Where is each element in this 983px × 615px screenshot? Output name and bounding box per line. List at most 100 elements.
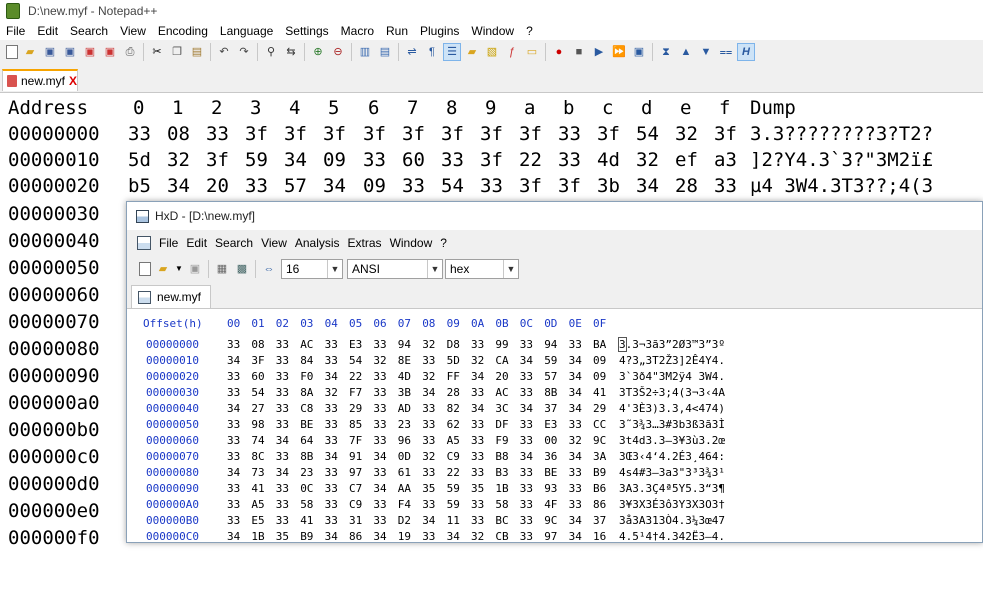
hex-byte[interactable]: 58 — [300, 497, 313, 512]
hex-byte[interactable]: 33 — [325, 417, 338, 432]
hex-byte[interactable]: 3f — [480, 147, 503, 173]
hex-byte[interactable]: 8E — [398, 353, 411, 368]
hex-byte[interactable]: 33 — [276, 337, 289, 352]
hex-byte[interactable]: 08 — [167, 121, 190, 147]
hex-byte[interactable]: 33 — [558, 121, 581, 147]
row-text[interactable]: 3å3A313Ò4.3¼3œ47 — [619, 513, 725, 528]
hex-byte[interactable]: 34 — [569, 385, 582, 400]
npp-menu-run[interactable]: Run — [380, 24, 414, 38]
hex-byte[interactable]: 33 — [441, 147, 464, 173]
hex-byte[interactable]: 33 — [520, 417, 533, 432]
hex-byte[interactable]: 33 — [471, 449, 484, 464]
hxd-menu-extras[interactable]: Extras — [344, 236, 386, 250]
hex-byte[interactable]: 34 — [284, 147, 307, 173]
hex-byte[interactable]: 28 — [675, 173, 698, 199]
hex-byte[interactable]: 3f — [519, 121, 542, 147]
hex-byte[interactable]: 34 — [569, 401, 582, 416]
hex-byte[interactable]: 33 — [520, 433, 533, 448]
hex-byte[interactable]: 86 — [349, 529, 362, 544]
npp-menu-file[interactable]: File — [0, 24, 31, 38]
hex-byte[interactable]: 34 — [569, 353, 582, 368]
row-text[interactable]: 3A3.3Ç4ª5Y5.3“3¶ — [619, 481, 725, 496]
hex-byte[interactable]: 3f — [402, 121, 425, 147]
hex-byte[interactable]: 96 — [398, 433, 411, 448]
hex-byte[interactable]: 60 — [402, 147, 425, 173]
hex-byte[interactable]: 33 — [520, 529, 533, 544]
hex-byte[interactable]: 29 — [593, 401, 606, 416]
npp-menu-view[interactable]: View — [114, 24, 152, 38]
hex-byte[interactable]: 33 — [206, 121, 229, 147]
hex-byte[interactable]: 22 — [349, 369, 362, 384]
hex-byte[interactable]: F9 — [495, 433, 508, 448]
hex-byte[interactable]: 33 — [520, 385, 533, 400]
open-file-icon[interactable]: ▰ — [155, 261, 171, 277]
hex-byte[interactable]: 33 — [325, 353, 338, 368]
hex-byte[interactable]: 33 — [520, 337, 533, 352]
macro-record-icon[interactable]: ● — [551, 44, 567, 60]
hex-byte[interactable]: 33 — [325, 401, 338, 416]
hex-byte[interactable]: 58 — [495, 497, 508, 512]
hex-byte[interactable]: 7F — [349, 433, 362, 448]
row-text[interactable]: 3`3ð4"3M2ÿ4 3W4. — [619, 369, 725, 384]
row-text[interactable]: 4s4#3—3a3"3³3¾3¹ — [619, 465, 725, 480]
hex-byte[interactable]: 57 — [284, 173, 307, 199]
hex-byte[interactable]: 34 — [276, 465, 289, 480]
hex-byte[interactable]: 32 — [167, 147, 190, 173]
hex-byte[interactable]: 98 — [251, 417, 264, 432]
function-list-icon[interactable]: ƒ — [504, 44, 520, 60]
hex-byte[interactable]: 61 — [398, 465, 411, 480]
hex-byte[interactable]: 33 — [373, 513, 386, 528]
hex-byte[interactable]: 09 — [593, 369, 606, 384]
hex-byte[interactable]: 27 — [251, 401, 264, 416]
new-file-icon[interactable] — [139, 262, 151, 276]
npp-menu-edit[interactable]: Edit — [31, 24, 64, 38]
disk-editor-icon[interactable]: ▩ — [234, 261, 250, 277]
hex-byte[interactable]: 33 — [422, 529, 435, 544]
hex-byte[interactable]: 33 — [276, 481, 289, 496]
hex-byte[interactable]: 4d — [597, 147, 620, 173]
hex-byte[interactable]: 33 — [325, 465, 338, 480]
row-text[interactable]: 3˜3¾3…3#3b3ß3ã3Ì — [619, 417, 725, 432]
hex-byte[interactable]: 33 — [128, 121, 151, 147]
npp-menu-search[interactable]: Search — [64, 24, 114, 38]
hex-byte[interactable]: 33 — [373, 497, 386, 512]
hex-byte[interactable]: 34 — [636, 173, 659, 199]
row-text[interactable]: 3t4d3.3–3¥3ù3.2œ — [619, 433, 725, 448]
hxd-menu-analysis[interactable]: Analysis — [291, 236, 344, 250]
hex-byte[interactable]: 3f — [480, 121, 503, 147]
hex-byte[interactable]: 34 — [471, 401, 484, 416]
hex-byte[interactable]: 1B — [251, 529, 264, 544]
hex-byte[interactable]: 9C — [593, 433, 606, 448]
hex-byte[interactable]: AC — [495, 385, 508, 400]
replace-icon[interactable]: ⇆ — [283, 44, 299, 60]
hex-byte[interactable]: 97 — [349, 465, 362, 480]
hex-byte[interactable]: C8 — [300, 401, 313, 416]
hex-byte[interactable]: 33 — [714, 173, 737, 199]
hex-byte[interactable]: 34 — [569, 449, 582, 464]
close-file-icon[interactable]: ▣ — [82, 44, 98, 60]
hex-byte[interactable]: 23 — [398, 417, 411, 432]
hex-byte[interactable]: 33 — [276, 497, 289, 512]
hex-byte[interactable]: 62 — [447, 417, 460, 432]
hex-byte[interactable]: A5 — [251, 497, 264, 512]
hex-byte[interactable]: 93 — [544, 481, 557, 496]
hex-byte[interactable]: 33 — [569, 497, 582, 512]
hex-byte[interactable]: 32 — [569, 433, 582, 448]
hex-byte[interactable]: 34 — [227, 465, 240, 480]
ram-editor-icon[interactable]: ▦ — [214, 261, 230, 277]
hex-byte[interactable]: 22 — [447, 465, 460, 480]
hex-byte[interactable]: 33 — [227, 481, 240, 496]
hex-byte[interactable]: 8C — [251, 449, 264, 464]
hex-byte[interactable]: 3B — [398, 385, 411, 400]
print-icon[interactable]: ⎙ — [122, 44, 138, 60]
hex-byte[interactable]: 20 — [495, 369, 508, 384]
hex-byte[interactable]: 32 — [373, 353, 386, 368]
charset-select[interactable]: ANSI ▼ — [347, 259, 443, 279]
hxd-menu-view[interactable]: View — [257, 236, 291, 250]
hex-byte[interactable]: 08 — [251, 337, 264, 352]
hxd-menu-window[interactable]: Window — [386, 236, 437, 250]
hex-byte[interactable]: 84 — [300, 353, 313, 368]
hex-byte[interactable]: AC — [300, 337, 313, 352]
hex-byte[interactable]: 3f — [284, 121, 307, 147]
hex-byte[interactable]: 3f — [714, 121, 737, 147]
